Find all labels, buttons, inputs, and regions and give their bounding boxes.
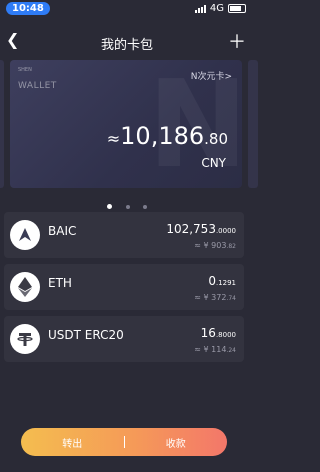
pagination-dot-active[interactable] <box>107 204 113 209</box>
asset-fiat-int: 903 <box>211 241 227 250</box>
asset-row-usdt[interactable]: USDT ERC20 16.8000 ≈ ¥ 114.24 <box>4 316 244 362</box>
asset-fiat-value: ≈ ¥ 903.82 <box>194 241 236 250</box>
eth-icon <box>10 272 40 302</box>
asset-amount-frac: .8000 <box>215 331 236 339</box>
asset-name: ETH <box>48 276 72 290</box>
page-title: 我的卡包 <box>100 38 153 53</box>
usdt-icon <box>10 324 40 354</box>
balance-integer: 10,186 <box>120 122 205 150</box>
pagination-dot[interactable] <box>125 205 130 209</box>
wallet-card[interactable]: N SHEN WALLET N次元卡> ≈10,186.80 CNY <box>10 60 242 188</box>
asset-fiat-int: 372 <box>211 293 227 302</box>
asset-fiat-frac: .82 <box>226 243 236 250</box>
send-button[interactable]: 转出 <box>21 435 124 450</box>
card-balance: ≈10,186.80 <box>107 122 228 150</box>
asset-amount-frac: .1291 <box>215 279 236 287</box>
asset-fiat-int: 114 <box>211 345 227 354</box>
asset-fiat-value: ≈ ¥ 114.24 <box>194 345 236 354</box>
status-bar: 10:48 4G <box>0 0 254 18</box>
asset-fiat-prefix: ≈ ¥ <box>194 241 212 250</box>
wallet-logo-small: SHEN <box>18 67 32 73</box>
card-peek-right[interactable] <box>248 60 258 188</box>
asset-amount: 102,753.0000 <box>166 222 236 236</box>
asset-fiat-prefix: ≈ ¥ <box>194 345 212 354</box>
card-pagination <box>0 194 254 213</box>
network-label: 4G <box>209 3 224 14</box>
status-time: 10:48 <box>6 2 50 15</box>
nav-bar: ❮ 我的卡包 ＋ <box>0 26 254 56</box>
asset-row-eth[interactable]: ETH 0.1291 ≈ ¥ 372.74 <box>4 264 244 310</box>
wallet-logo-big: WALLET <box>18 81 57 91</box>
action-bar: 转出 收款 <box>21 428 227 456</box>
add-icon[interactable]: ＋ <box>228 28 246 54</box>
asset-fiat-frac: .74 <box>226 295 236 302</box>
balance-currency: CNY <box>201 156 226 170</box>
asset-amount-frac: .0000 <box>215 227 236 235</box>
asset-name: BAIC <box>48 224 77 238</box>
asset-fiat-value: ≈ ¥ 372.74 <box>194 293 236 302</box>
asset-amount-int: 102,753 <box>166 222 216 236</box>
receive-button[interactable]: 收款 <box>125 435 228 450</box>
status-indicators: 4G <box>194 3 246 14</box>
asset-fiat-frac: .24 <box>226 347 236 354</box>
asset-row-baic[interactable]: BAIC 102,753.0000 ≈ ¥ 903.82 <box>4 212 244 258</box>
asset-name: USDT ERC20 <box>48 328 124 342</box>
balance-decimal: .80 <box>204 130 228 148</box>
asset-fiat-prefix: ≈ ¥ <box>194 293 212 302</box>
asset-amount: 16.8000 <box>201 326 236 340</box>
asset-amount-int: 0 <box>208 274 216 288</box>
pagination-dot[interactable] <box>142 205 147 209</box>
card-type-link[interactable]: N次元卡> <box>191 69 232 82</box>
baic-icon <box>10 220 40 250</box>
asset-amount: 0.1291 <box>208 274 236 288</box>
card-peek-left[interactable] <box>0 60 4 188</box>
signal-icon <box>194 4 206 13</box>
wallet-logo: SHEN WALLET <box>18 67 57 92</box>
asset-amount-int: 16 <box>200 326 216 340</box>
battery-icon <box>228 4 246 13</box>
balance-approx: ≈ <box>106 129 121 148</box>
